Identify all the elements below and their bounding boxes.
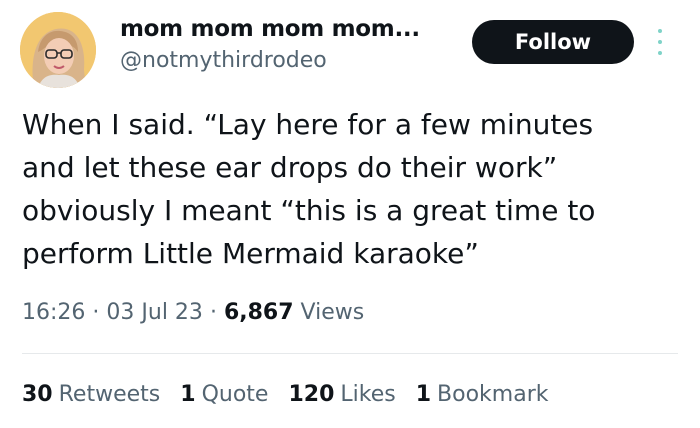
stat-retweets[interactable]: 30 Retweets xyxy=(22,382,160,407)
tweet-text-line: When I said. “Lay here for a few minutes xyxy=(22,108,594,141)
stat-count: 30 xyxy=(22,382,53,407)
stat-bookmarks[interactable]: 1 Bookmark xyxy=(416,382,549,407)
engagement-stats: 30 Retweets 1 Quote 120 Likes 1 Bookmark xyxy=(22,382,548,407)
display-name[interactable]: mom mom mom mom... xyxy=(120,16,420,42)
tweet-text-line: and let these ear drops do their work” xyxy=(22,151,558,184)
tweet-card: mom mom mom mom... @notmythirdrodeo Foll… xyxy=(0,0,700,428)
avatar-image xyxy=(20,12,96,88)
more-dot xyxy=(658,40,662,44)
meta-separator: · xyxy=(209,300,217,325)
more-vertical-icon[interactable] xyxy=(652,26,668,58)
stat-quotes[interactable]: 1 Quote xyxy=(180,382,268,407)
tweet-text: When I said. “Lay here for a few minutes… xyxy=(22,103,682,275)
stat-count: 1 xyxy=(415,382,432,407)
tweet-text-line: perform Little Mermaid karaoke” xyxy=(22,237,479,270)
tweet-date[interactable]: 03 Jul 23 xyxy=(106,300,203,325)
stat-count: 120 xyxy=(288,382,335,407)
views-label: Views xyxy=(300,300,365,325)
stat-label: Bookmark xyxy=(437,382,549,407)
views-count: 6,867 xyxy=(223,300,294,325)
stat-label: Retweets xyxy=(58,382,161,407)
stat-label: Quote xyxy=(201,382,269,407)
more-dot xyxy=(658,51,662,55)
stat-likes[interactable]: 120 Likes xyxy=(288,382,395,407)
tweet-text-line: obviously I meant “this is a great time … xyxy=(22,194,596,227)
more-dot xyxy=(658,29,662,33)
divider xyxy=(22,353,678,354)
stat-count: 1 xyxy=(180,382,196,407)
user-handle[interactable]: @notmythirdrodeo xyxy=(120,48,327,73)
meta-separator: · xyxy=(92,300,100,325)
stat-label: Likes xyxy=(340,382,396,407)
follow-button[interactable]: Follow xyxy=(472,20,634,64)
avatar[interactable] xyxy=(20,12,96,88)
tweet-time[interactable]: 16:26 xyxy=(22,300,85,325)
tweet-meta: 16:26 · 03 Jul 23 · 6,867 Views xyxy=(22,300,364,325)
